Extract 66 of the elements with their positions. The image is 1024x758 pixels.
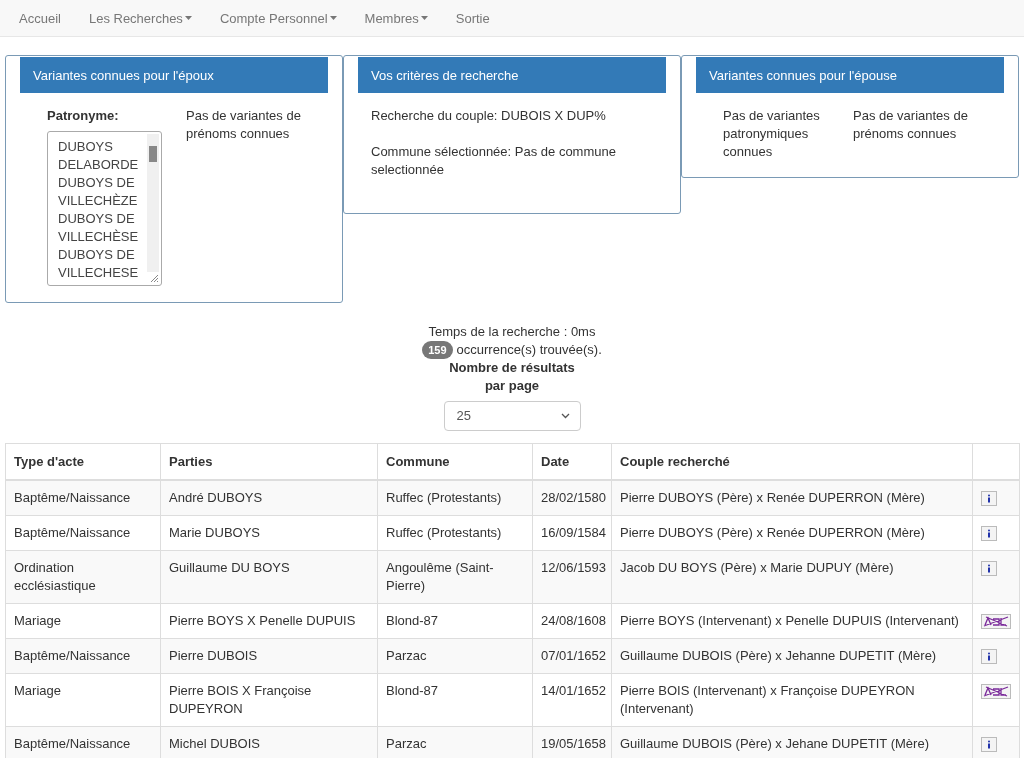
- table-cell: Ruffec (Protestants): [377, 515, 533, 551]
- variant-note: Pas de variantes de prénoms connues: [186, 107, 302, 143]
- table-cell: Guillaume DU BOYS: [160, 550, 378, 604]
- count-text: occurrence(s) trouvée(s).: [456, 341, 602, 359]
- table-cell: Pierre DUBOYS (Père) x Renée DUPERRON (Mère): [611, 515, 973, 551]
- nav-link[interactable]: Accueil: [5, 10, 75, 26]
- per-page-select[interactable]: 25: [443, 401, 581, 431]
- info-icon[interactable]: [981, 561, 997, 576]
- panel-title: Vos critères de recherche: [358, 57, 666, 93]
- criteria-text: Recherche du couple: DUBOIS X DUP%: [370, 107, 607, 125]
- table-cell: Ruffec (Protestants): [377, 480, 533, 516]
- nav-link[interactable]: Membres: [350, 10, 442, 26]
- table-cell: Baptême/Naissance: [5, 480, 161, 516]
- table-cell: Pierre BOIS X Françoise DUPEYRON: [160, 673, 378, 727]
- list-option[interactable]: DUBOYS DE VILLECHESE: [58, 246, 143, 282]
- table-cell: 14/01/1652: [532, 673, 612, 727]
- table-cell: André DUBOYS: [160, 480, 378, 516]
- info-icon[interactable]: [981, 649, 997, 664]
- table-cell: Jacob DU BOYS (Père) x Marie DUPUY (Mère): [611, 550, 973, 604]
- search-time: Temps de la recherche : 0ms: [428, 323, 596, 341]
- criteria-text: Commune sélectionnée: Pas de commune selectionnée: [370, 143, 617, 179]
- info-icon[interactable]: [981, 491, 997, 506]
- crossed-out-icon[interactable]: [981, 614, 1011, 629]
- scrollbar[interactable]: [147, 134, 159, 272]
- table-cell: Angoulême (Saint-Pierre): [377, 550, 533, 604]
- nav-link[interactable]: Les Recherches: [74, 10, 206, 26]
- table-cell: Pierre DUBOYS (Père) x Renée DUPERRON (Mère): [611, 480, 973, 516]
- panel-title: Variantes connues pour l'épouse: [696, 57, 1004, 93]
- info-icon[interactable]: [981, 737, 997, 752]
- table-cell: 24/08/1608: [532, 603, 612, 639]
- table-cell: Blond-87: [377, 673, 533, 727]
- table-cell: Baptême/Naissance: [5, 726, 161, 758]
- table-cell: Mariage: [5, 673, 161, 727]
- table-cell: Marie DUBOYS: [160, 515, 378, 551]
- table-cell: Mariage: [5, 603, 161, 639]
- table-cell: Pierre BOYS X Penelle DUPUIS: [160, 603, 378, 639]
- crossed-out-icon[interactable]: [981, 684, 1011, 699]
- variant-note: Pas de variantes patronymiques connues: [723, 107, 821, 161]
- resize-grip-icon[interactable]: [149, 273, 159, 283]
- chevron-down-icon: [560, 413, 570, 419]
- list-option[interactable]: DUBOYS DE VILLECHÈSE: [58, 210, 143, 246]
- scroll-thumb[interactable]: [149, 146, 157, 162]
- table-cell: Ordination ecclésiastique: [5, 550, 161, 604]
- table-cell: Blond-87: [377, 603, 533, 639]
- list-option[interactable]: DUBOYS DE VILLECHÈZE: [58, 174, 143, 210]
- table-cell: Baptême/Naissance: [5, 638, 161, 674]
- nav-link[interactable]: Sortie: [441, 10, 504, 26]
- count-badge: 159: [422, 341, 453, 359]
- table-cell: Guillaume DUBOIS (Père) x Jehanne DUPETIT (Mère): [611, 638, 973, 674]
- table-cell: Pierre BOIS (Intervenant) x Françoise DUPEYRON (Intervenant): [611, 673, 973, 727]
- table-cell: 12/06/1593: [532, 550, 612, 604]
- table-cell: 16/09/1584: [532, 515, 612, 551]
- list-label: Patronyme:: [47, 107, 120, 125]
- nav-link[interactable]: Compte Personnel: [205, 10, 351, 26]
- table-cell: Baptême/Naissance: [5, 515, 161, 551]
- list-option[interactable]: DUBOYS DELABORDE: [58, 138, 143, 174]
- panel-title: Variantes connues pour l'époux: [20, 57, 328, 93]
- table-cell: 28/02/1580: [532, 480, 612, 516]
- table-cell: Pierre BOYS (Intervenant) x Penelle DUPUIS (Intervenant): [611, 603, 973, 639]
- table-cell: Pierre DUBOIS: [160, 638, 378, 674]
- list-box[interactable]: DUBOYS DELABORDE DUBOYS DE VILLECHÈZE DUBOYS DE VILLECHÈSE DUBOYS DE VILLECHESE: [47, 131, 162, 286]
- per-page-label: Nombre de résultats par page: [448, 359, 576, 395]
- table-cell: 07/01/1652: [532, 638, 612, 674]
- info-icon[interactable]: [981, 526, 997, 541]
- table-cell: Parzac: [377, 638, 533, 674]
- variant-note: Pas de variantes de prénoms connues: [853, 107, 969, 143]
